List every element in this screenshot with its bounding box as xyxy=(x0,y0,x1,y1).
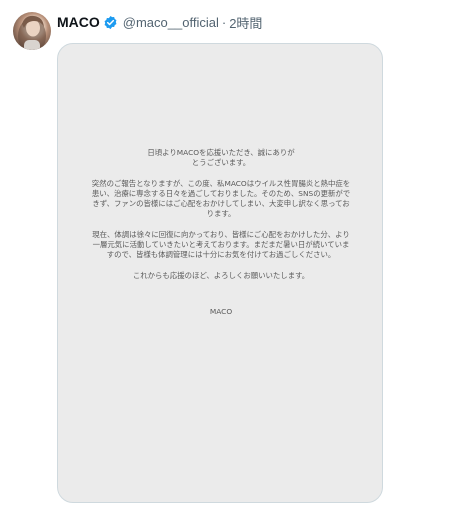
announcement-text: 日頃よりMACOを応援いただき、誠にありがとうございます。 突然のご報告となりま… xyxy=(58,148,382,328)
avatar-photo xyxy=(18,15,46,50)
avatar[interactable] xyxy=(13,12,51,50)
notice-paragraph-3: 現在、体調は徐々に回復に向かっており、皆様にご心配をおかけした分、より一層元気に… xyxy=(92,230,350,259)
notice-paragraph-4: これからも応援のほど、よろしくお願いいたします。 xyxy=(132,271,310,280)
attached-image[interactable]: 日頃よりMACOを応援いただき、誠にありがとうございます。 突然のご報告となりま… xyxy=(57,43,383,503)
notice-paragraph-1: 日頃よりMACOを応援いただき、誠にありがとうございます。 xyxy=(147,148,295,167)
notice-paragraph-2: 突然のご報告となりますが、この度、私MACOはウイルス性胃腸炎と熱中症を患い、治… xyxy=(91,179,351,218)
user-handle[interactable]: @maco__official xyxy=(123,15,219,30)
tweet: MACO @maco__official · 2時間 日頃よりMACOを応援いた… xyxy=(0,0,469,515)
timestamp[interactable]: 2時間 xyxy=(229,13,262,32)
tweet-header: MACO @maco__official · 2時間 xyxy=(57,12,262,32)
display-name[interactable]: MACO xyxy=(57,14,100,30)
notice-signature: MACO xyxy=(209,307,233,316)
separator-dot: · xyxy=(221,14,227,30)
verified-badge-icon xyxy=(103,15,118,30)
